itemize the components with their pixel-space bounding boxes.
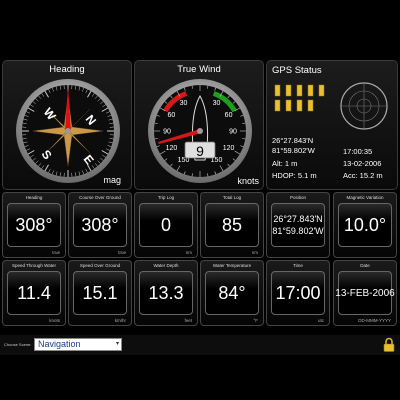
wind-panel-title: True Wind xyxy=(177,64,221,75)
tile-value: 84° xyxy=(205,271,259,315)
wind-scale-label: 30 xyxy=(213,100,221,107)
tile-label: Trip Log xyxy=(157,195,175,200)
tile-unit: true xyxy=(118,250,126,255)
wind-scale-label: 120 xyxy=(166,145,178,152)
tile-unit: utc xyxy=(317,318,324,323)
gps-lon: 81°59.802'W xyxy=(272,146,315,155)
gps-date: 13-02-2006 xyxy=(343,159,382,168)
tile-label: Total Log xyxy=(222,195,242,200)
satellite-signal-bar xyxy=(274,99,281,112)
tile-label: Speed Over Ground xyxy=(79,263,121,268)
wind-scale-label: 60 xyxy=(168,112,176,119)
tile-label: Speed Through Water xyxy=(11,263,57,268)
tile-label: Heading xyxy=(25,195,43,200)
tile-value: 13-FEB-2006 xyxy=(335,271,395,315)
tile-label: Water Temperature xyxy=(212,263,252,268)
tile-magnetic-variation[interactable]: Magnetic Variation 10.0° xyxy=(333,192,397,258)
tile-heading[interactable]: Heading 308° true xyxy=(2,192,66,258)
position-lat: 26°27.843'N xyxy=(273,214,323,224)
tile-date[interactable]: Date 13-FEB-2006 DD-MMM-YYYY xyxy=(333,260,397,326)
lock-icon[interactable] xyxy=(383,337,395,352)
tile-water-temperature[interactable]: Water Temperature 84° °F xyxy=(200,260,264,326)
tile-label: Water Depth xyxy=(153,263,179,268)
tile-time[interactable]: Time 17:00 utc xyxy=(266,260,330,326)
tile-trip-log[interactable]: Trip Log 0 nm xyxy=(134,192,198,258)
gps-time: 17:00:35 xyxy=(343,147,373,156)
gps-alt: Alt: 1 m xyxy=(272,159,298,168)
tile-label: Time xyxy=(293,263,303,268)
wind-panel: True Wind 30 60 90 120 150 150 120 90 60 30 9 kno… xyxy=(134,60,264,190)
tile-value: 13.3 xyxy=(139,271,193,315)
satellite-signal-bar xyxy=(318,84,325,97)
satellite-signal-bar xyxy=(307,99,314,112)
satellite-signal-bar xyxy=(296,99,303,112)
tile-unit: DD-MMM-YYYY xyxy=(358,318,391,323)
wind-unit-label: knots xyxy=(237,176,259,186)
tile-speed-through-water[interactable]: Speed Through Water 11.4 knots xyxy=(2,260,66,326)
heading-panel-title: Heading xyxy=(49,64,85,75)
gps-lat: 26°27.843'N xyxy=(272,136,314,145)
tile-position[interactable]: Position 26°27.843'N 81°59.802'W xyxy=(266,192,330,258)
tile-water-depth[interactable]: Water Depth 13.3 feet xyxy=(134,260,198,326)
gps-acc: Acc: 15.2 m xyxy=(343,171,383,180)
tile-value: 26°27.843'N 81°59.802'W xyxy=(271,203,325,247)
tile-value: 11.4 xyxy=(7,271,61,315)
tile-value: 308° xyxy=(73,203,127,247)
wind-scale-label: 90 xyxy=(229,129,237,136)
tile-label: Magnetic Variation xyxy=(346,195,384,200)
tile-value: 308° xyxy=(7,203,61,247)
satellite-signal-bar xyxy=(285,99,292,112)
tile-unit: nm xyxy=(185,250,192,255)
satellite-bars xyxy=(273,83,331,115)
heading-unit-label: mag xyxy=(103,175,121,185)
tile-unit: true xyxy=(52,250,60,255)
tile-label: Course Over Ground xyxy=(79,195,121,200)
tile-course-over-ground[interactable]: Course Over Ground 308° true xyxy=(68,192,132,258)
tile-value: 15.1 xyxy=(73,271,127,315)
tile-value: 17:00 xyxy=(271,271,325,315)
tile-unit: feet xyxy=(184,318,192,323)
gps-hdop: HDOP: 5.1 m xyxy=(272,171,317,180)
heading-panel: Heading N E S W mag xyxy=(2,60,132,190)
tile-unit: °F xyxy=(253,318,258,323)
wind-scale-label: 120 xyxy=(223,145,235,152)
satellite-signal-bar xyxy=(274,84,281,97)
tile-total-log[interactable]: Total Log 85 nm xyxy=(200,192,264,258)
wind-speed-value: 9 xyxy=(196,143,204,159)
tile-label: Position xyxy=(289,195,306,200)
tile-speed-over-ground[interactable]: Speed Over Ground 15.1 km/hr xyxy=(68,260,132,326)
wind-scale-label: 90 xyxy=(163,129,171,136)
choose-scene-label: Choose Scene: xyxy=(4,342,32,347)
tile-value: 85 xyxy=(205,203,259,247)
signal-bars-icon xyxy=(274,84,325,112)
satellite-signal-bar xyxy=(296,84,303,97)
wind-scale-label: 30 xyxy=(180,100,188,107)
satellite-signal-bar xyxy=(307,84,314,97)
wind-scale-label: 60 xyxy=(225,112,233,119)
tile-value: 10.0° xyxy=(338,203,392,247)
gps-radar-icon xyxy=(340,82,388,130)
dropdown-arrow-icon: ▾ xyxy=(115,341,119,347)
scene-select-value: Navigation xyxy=(38,339,81,349)
tile-label: Date xyxy=(360,263,370,268)
wind-gauge-icon: 306090120150150120906030 9 xyxy=(148,79,252,183)
tile-unit: km/hr xyxy=(114,318,126,323)
gps-panel: GPS Status 26°27.843'N 81°59.802'W Alt: … xyxy=(266,60,398,190)
tile-unit: knots xyxy=(49,318,60,323)
tile-unit: nm xyxy=(251,250,258,255)
scene-select[interactable]: Navigation ▾ xyxy=(34,338,122,351)
gps-panel-title: GPS Status xyxy=(272,65,322,76)
tile-value: 0 xyxy=(139,203,193,247)
position-lon: 81°59.802'W xyxy=(272,226,324,236)
compass-icon: N E S W xyxy=(16,79,120,183)
satellite-signal-bar xyxy=(285,84,292,97)
